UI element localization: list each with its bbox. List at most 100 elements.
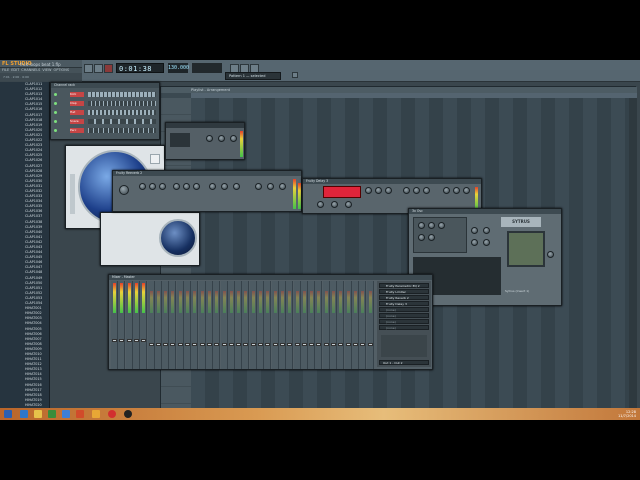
fader-handle[interactable] bbox=[272, 343, 278, 346]
mixer-strip[interactable] bbox=[242, 281, 250, 369]
mixer-master-strip[interactable] bbox=[111, 281, 118, 369]
insert-slot[interactable]: Fruity Parametric EQ 2 bbox=[379, 283, 429, 288]
step-sequencer[interactable] bbox=[88, 128, 156, 133]
ie-icon[interactable] bbox=[20, 410, 28, 418]
fader-handle[interactable] bbox=[141, 339, 147, 342]
insert-slot[interactable]: (none) bbox=[379, 325, 429, 330]
insert-slot[interactable]: Fruity Reverb 2 bbox=[379, 295, 429, 300]
insert-slot[interactable]: (none) bbox=[379, 307, 429, 312]
mixer-strip[interactable] bbox=[125, 281, 133, 369]
fl-studio-icon[interactable] bbox=[92, 410, 100, 418]
mixer-strip[interactable] bbox=[300, 281, 308, 369]
fader-handle[interactable] bbox=[192, 343, 198, 346]
fader-handle[interactable] bbox=[316, 343, 322, 346]
mixer-strip[interactable] bbox=[184, 281, 191, 369]
knob[interactable] bbox=[418, 222, 425, 229]
knob[interactable] bbox=[547, 251, 554, 258]
knob[interactable] bbox=[463, 187, 470, 194]
channel-name[interactable]: Clap bbox=[70, 101, 84, 106]
fader-handle[interactable] bbox=[206, 343, 212, 346]
mixer-strip[interactable] bbox=[198, 281, 206, 369]
fader-handle[interactable] bbox=[221, 343, 227, 346]
channel-name[interactable]: Snare bbox=[70, 119, 84, 124]
insert-slot[interactable]: Fruity Limiter bbox=[379, 289, 429, 294]
playlist-scrollbar[interactable] bbox=[629, 98, 637, 409]
knob[interactable] bbox=[453, 187, 460, 194]
insert-slot[interactable]: (none) bbox=[379, 313, 429, 318]
step-sequencer[interactable] bbox=[88, 110, 156, 115]
knob[interactable] bbox=[413, 187, 420, 194]
knob[interactable] bbox=[331, 201, 338, 208]
fader-handle[interactable] bbox=[338, 343, 344, 346]
step-sequencer[interactable] bbox=[88, 92, 156, 97]
app-icon[interactable] bbox=[62, 410, 70, 418]
channel-row[interactable]: Kick bbox=[54, 91, 158, 99]
start-icon[interactable] bbox=[4, 410, 12, 418]
knob[interactable] bbox=[423, 187, 430, 194]
level-slider[interactable] bbox=[70, 174, 75, 214]
knob[interactable] bbox=[221, 183, 228, 190]
knob[interactable] bbox=[365, 187, 372, 194]
knob[interactable] bbox=[471, 227, 478, 234]
mixer-strip[interactable] bbox=[278, 281, 286, 369]
mixer-strip[interactable] bbox=[249, 281, 257, 369]
mixer-strip[interactable] bbox=[140, 281, 148, 369]
mixer-strip[interactable] bbox=[147, 281, 155, 369]
knob[interactable] bbox=[385, 187, 392, 194]
fader-handle[interactable] bbox=[155, 343, 161, 346]
insert-slot[interactable]: Fruity Delay 3 bbox=[379, 301, 429, 306]
fader-handle[interactable] bbox=[133, 339, 139, 342]
tempo-display[interactable]: 130.000 bbox=[168, 63, 189, 73]
record-button[interactable] bbox=[104, 64, 113, 73]
knob[interactable] bbox=[183, 183, 190, 190]
mixer-strip[interactable] bbox=[330, 281, 337, 369]
app-icon[interactable] bbox=[76, 410, 84, 418]
fader-handle[interactable] bbox=[309, 343, 315, 346]
mixer-strip[interactable] bbox=[286, 281, 294, 369]
mixer-strip[interactable] bbox=[322, 281, 330, 369]
fader-handle[interactable] bbox=[177, 343, 183, 346]
mixer-strip[interactable] bbox=[344, 281, 352, 369]
fader-handle[interactable] bbox=[214, 343, 220, 346]
knob[interactable] bbox=[471, 239, 478, 246]
channel-name[interactable]: Hat bbox=[70, 110, 84, 115]
fader-handle[interactable] bbox=[185, 343, 190, 346]
fader-handle[interactable] bbox=[265, 343, 271, 346]
mixer-strip[interactable] bbox=[227, 281, 235, 369]
channel-name[interactable]: Kick bbox=[70, 92, 84, 97]
knob[interactable] bbox=[279, 183, 286, 190]
mixer-strip[interactable] bbox=[271, 281, 279, 369]
app-icon[interactable] bbox=[108, 410, 116, 418]
mixer-strip[interactable] bbox=[118, 281, 126, 369]
step-sequencer[interactable] bbox=[88, 101, 156, 106]
knob[interactable] bbox=[345, 201, 352, 208]
mixer-strip[interactable] bbox=[337, 281, 345, 369]
fader-handle[interactable] bbox=[331, 343, 336, 346]
fader-handle[interactable] bbox=[287, 343, 293, 346]
knob[interactable] bbox=[418, 234, 425, 241]
mixer-strip[interactable] bbox=[293, 281, 301, 369]
knob[interactable] bbox=[233, 183, 240, 190]
knob[interactable] bbox=[403, 187, 410, 194]
mixer-strip[interactable] bbox=[191, 281, 199, 369]
knob[interactable] bbox=[159, 183, 166, 190]
system-clock[interactable]: 12:28 11/7/2014 bbox=[618, 410, 636, 418]
add-pattern-button[interactable] bbox=[292, 72, 298, 78]
channel-row[interactable]: Snare bbox=[54, 118, 158, 126]
fader-handle[interactable] bbox=[243, 343, 249, 346]
pattern-selector[interactable]: Pattern 1 — selected bbox=[225, 72, 281, 80]
eq-panel[interactable] bbox=[381, 335, 427, 357]
insert-slot[interactable]: (none) bbox=[379, 319, 429, 324]
fader-handle[interactable] bbox=[112, 339, 117, 342]
mixer-strip[interactable] bbox=[315, 281, 323, 369]
channel-row[interactable]: Clap bbox=[54, 100, 158, 108]
channel-name[interactable]: Perc bbox=[70, 128, 84, 133]
store-icon[interactable] bbox=[48, 410, 56, 418]
output-selector[interactable]: Out 1 - Out 2 bbox=[379, 360, 429, 365]
mixer-strip[interactable] bbox=[169, 281, 177, 369]
fader-handle[interactable] bbox=[258, 343, 263, 346]
knob[interactable] bbox=[193, 183, 200, 190]
knob[interactable] bbox=[267, 183, 274, 190]
knob[interactable] bbox=[149, 183, 156, 190]
fader-handle[interactable] bbox=[170, 343, 176, 346]
